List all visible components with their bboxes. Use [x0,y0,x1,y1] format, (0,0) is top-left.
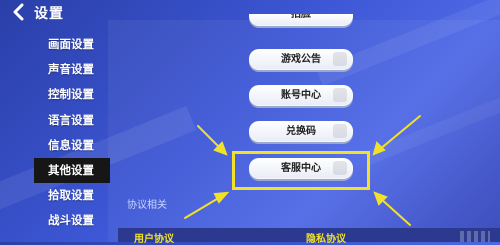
redeem-code-button[interactable]: 兑换码 [249,121,353,142]
highlight-box [232,151,370,190]
back-arrow-icon[interactable] [10,3,28,21]
gift-icon [333,124,347,138]
sidebar-item-combat[interactable]: 战斗设置 [0,208,125,233]
announcement-button[interactable]: 游戏公告 [249,49,353,70]
sidebar-item-other[interactable]: 其他设置 [34,157,110,184]
sidebar: 画面设置 声音设置 控制设置 语言设置 信息设置 其他设置 拾取设置 战斗设置 [0,32,125,234]
sidebar-item-controls[interactable]: 控制设置 [0,82,125,107]
header: 设置 [0,0,200,24]
sidebar-item-info[interactable]: 信息设置 [0,133,125,158]
sidebar-item-language[interactable]: 语言设置 [0,108,125,133]
account-center-button-label: 账号中心 [281,90,321,101]
corner-decoration [460,231,490,242]
account-center-button[interactable]: 账号中心 [249,85,353,106]
partial-top-button[interactable]: 拍脸 [249,14,353,26]
sidebar-item-graphics[interactable]: 画面设置 [0,32,125,57]
partial-button-label: 拍脸 [291,14,311,20]
user-agreement-link[interactable]: 用户协议 [134,230,174,245]
privacy-policy-link[interactable]: 隐私协议 [306,230,346,245]
page-title: 设置 [34,6,64,22]
notice-board-icon [333,52,347,66]
sidebar-item-pickup[interactable]: 拾取设置 [0,183,125,208]
redeem-code-button-label: 兑换码 [286,126,316,137]
account-icon [333,88,347,102]
announcement-button-label: 游戏公告 [281,54,321,65]
sidebar-item-sound[interactable]: 声音设置 [0,57,125,82]
section-title: 协议相关 [127,200,167,211]
